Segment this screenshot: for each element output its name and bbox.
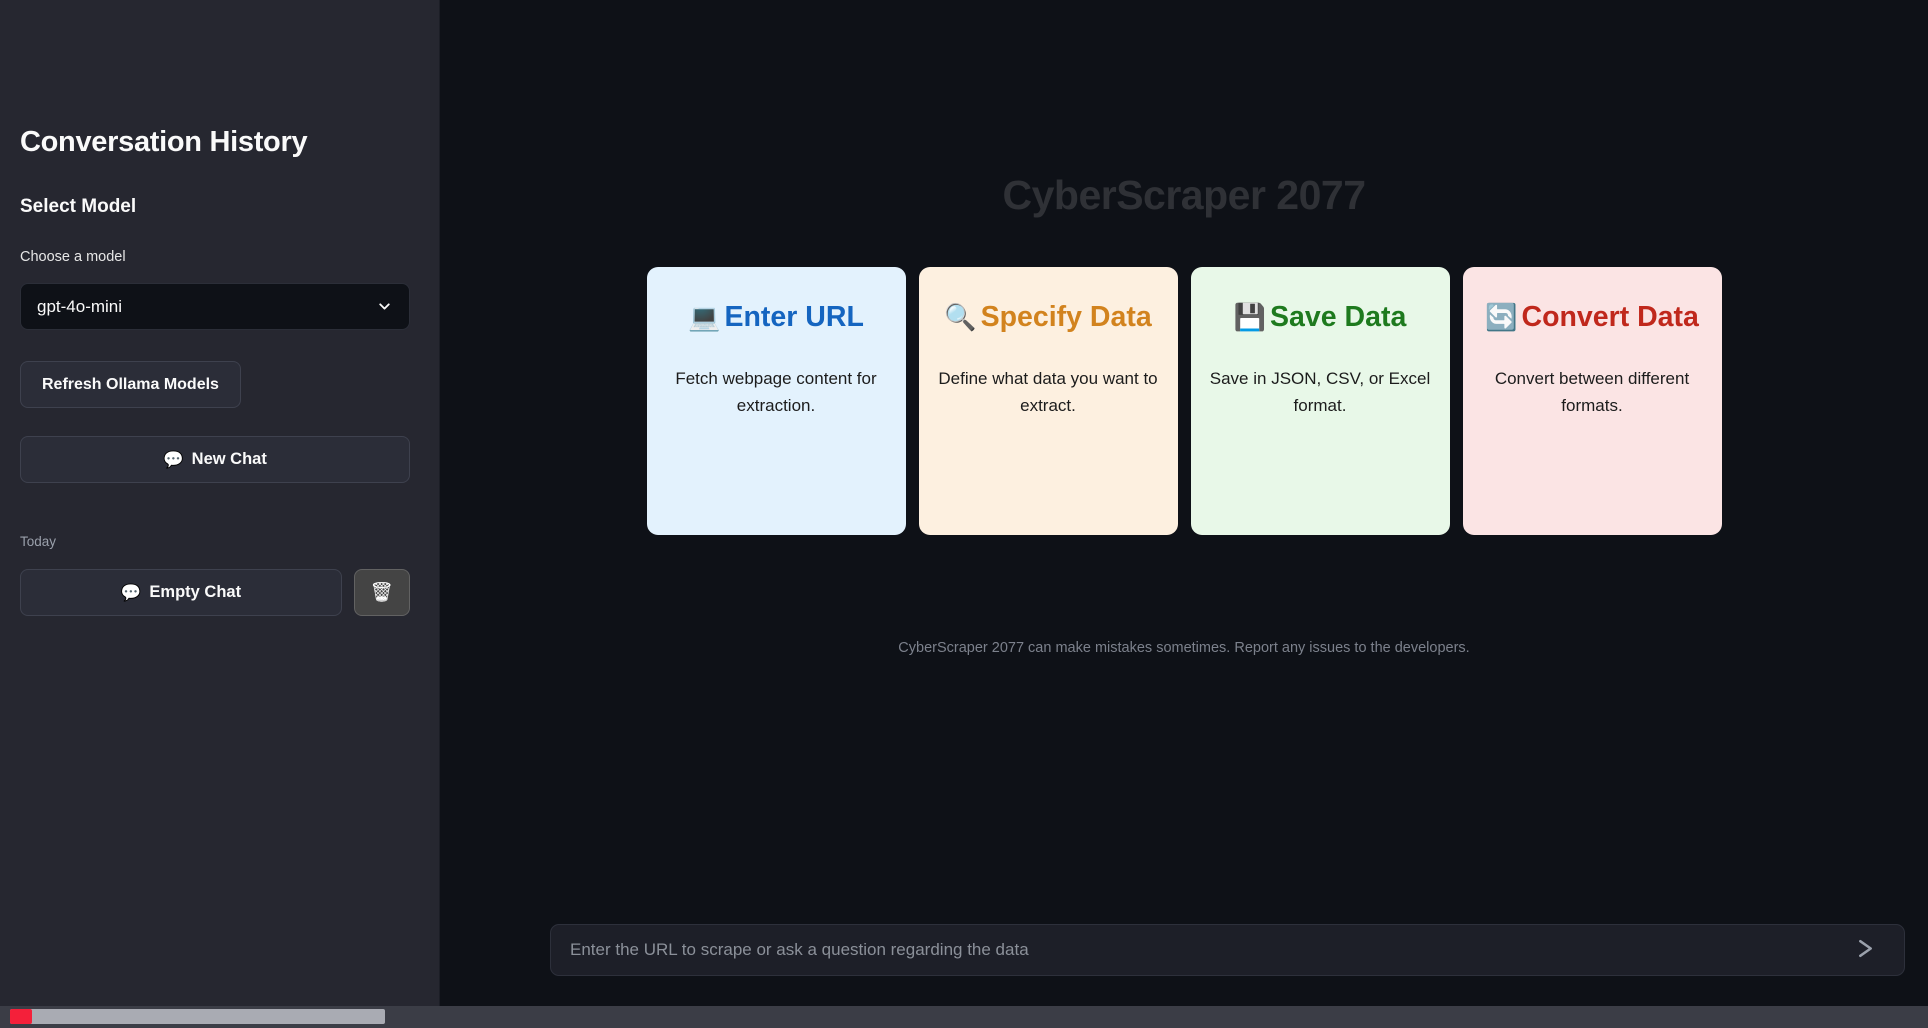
card-heading-text: Specify Data: [980, 301, 1152, 333]
trash-icon: 🗑️: [370, 582, 394, 603]
scrollbar-thumb[interactable]: [10, 1009, 385, 1024]
model-select-dropdown[interactable]: gpt-4o-mini: [20, 283, 410, 330]
chat-history-row: 💬 Empty Chat 🗑️: [20, 569, 410, 616]
convert-arrows-icon: 🔄: [1485, 303, 1518, 333]
today-group-label: Today: [20, 534, 57, 549]
card-heading-text: Save Data: [1270, 301, 1407, 333]
speech-bubble-icon: 💬: [120, 582, 142, 602]
refresh-button-label: Refresh Ollama Models: [42, 375, 219, 393]
floppy-disk-icon: 💾: [1233, 303, 1267, 333]
app-root: Conversation History Select Model Choose…: [0, 0, 1928, 1028]
model-select-value: gpt-4o-mini: [37, 296, 123, 316]
card-body-text: Convert between different formats.: [1494, 368, 1690, 416]
feature-cards: 💻 Enter URL Fetch webpage content for ext…: [440, 267, 1928, 535]
card-body-text: Fetch webpage content for extraction.: [675, 368, 877, 416]
card-heading: 💻 Enter URL: [688, 299, 864, 337]
delete-chat-button[interactable]: 🗑️: [354, 569, 410, 616]
laptop-icon: 💻: [688, 303, 721, 333]
feature-card-convert-data: 🔄 Convert Data Convert between different …: [1462, 267, 1722, 535]
chat-input-bar[interactable]: [550, 924, 1905, 976]
card-heading-text: Convert Data: [1521, 301, 1699, 333]
speech-bubble-icon: 💬: [163, 449, 184, 469]
card-body-text: Save in JSON, CSV, or Excel format.: [1209, 368, 1431, 416]
chat-history-item-empty-chat[interactable]: 💬 Empty Chat: [20, 569, 342, 616]
card-body-text: Define what data you want to extract.: [938, 368, 1158, 416]
sidebar: Conversation History Select Model Choose…: [0, 0, 440, 1028]
scrollbar-position-marker: [10, 1009, 32, 1024]
send-button[interactable]: [1845, 931, 1885, 969]
page-title: CyberScraper 2077: [1002, 172, 1366, 218]
new-chat-button[interactable]: 💬 New Chat: [20, 436, 410, 483]
card-heading-text: Enter URL: [724, 301, 864, 333]
choose-model-label: Choose a model: [20, 249, 126, 265]
feature-card-save-data: 💾 Save Data Save in JSON, CSV, or Excel f…: [1190, 267, 1450, 535]
chevron-down-icon: [376, 298, 393, 315]
send-arrow-icon: [1853, 936, 1878, 964]
card-heading: 💾 Save Data: [1234, 299, 1407, 337]
feature-card-enter-url: 💻 Enter URL Fetch webpage content for ext…: [646, 267, 906, 535]
sidebar-title: Conversation History: [20, 126, 308, 158]
main-content: CyberScraper 2077 💻 Enter URL Fetch webpa…: [440, 0, 1928, 1028]
horizontal-scrollbar[interactable]: [0, 1006, 1928, 1028]
disclaimer-text: CyberScraper 2077 can make mistakes some…: [898, 640, 1470, 656]
new-chat-label: New Chat: [191, 450, 267, 468]
chat-item-label: Empty Chat: [149, 583, 242, 601]
select-model-heading: Select Model: [20, 196, 137, 217]
magnifier-icon: 🔍: [944, 303, 977, 333]
url-input[interactable]: [570, 940, 1845, 960]
refresh-ollama-models-button[interactable]: Refresh Ollama Models: [20, 361, 241, 408]
card-heading: 🔄 Convert Data: [1485, 299, 1699, 337]
card-heading: 🔍 Specify Data: [944, 299, 1151, 337]
feature-card-specify-data: 🔍 Specify Data Define what data you want …: [918, 267, 1178, 535]
